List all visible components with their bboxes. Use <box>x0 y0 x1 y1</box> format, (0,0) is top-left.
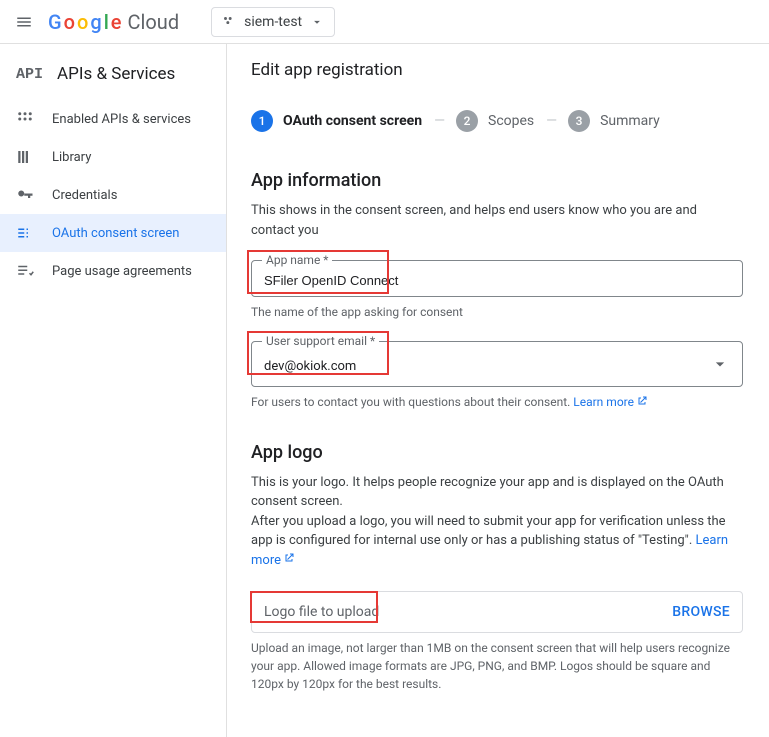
project-name: siem-test <box>244 14 302 30</box>
external-link-icon <box>636 394 648 412</box>
step-number: 3 <box>568 110 590 132</box>
upload-helper: Upload an image, not larger than 1MB on … <box>251 639 743 693</box>
app-name-label: App name * <box>262 253 332 267</box>
project-selector[interactable]: siem-test <box>211 7 335 37</box>
logo-upload-field[interactable]: Logo file to upload BROWSE <box>251 591 743 633</box>
step-label: Scopes <box>488 113 534 129</box>
app-info-desc: This shows in the consent screen, and he… <box>251 201 743 240</box>
step-label: OAuth consent screen <box>283 113 422 129</box>
support-email-field[interactable]: User support email * dev@okiok.com <box>251 341 743 387</box>
support-email-value: dev@okiok.com <box>264 359 710 374</box>
sidebar: API APIs & Services Enabled APIs & servi… <box>0 44 227 737</box>
page-title: Edit app registration <box>251 60 743 80</box>
external-link-icon <box>283 551 295 571</box>
sidebar-item-oauth-consent[interactable]: OAuth consent screen <box>0 214 226 252</box>
app-name-helper: The name of the app asking for consent <box>251 303 743 321</box>
sidebar-item-label: Library <box>52 150 91 165</box>
step-oauth-consent[interactable]: 1 OAuth consent screen <box>251 110 422 132</box>
sidebar-item-credentials[interactable]: Credentials <box>0 176 226 214</box>
upload-placeholder: Logo file to upload <box>264 604 379 620</box>
app-name-input[interactable] <box>264 273 730 288</box>
api-icon: API <box>16 66 43 83</box>
sidebar-title[interactable]: API APIs & Services <box>0 56 226 100</box>
sidebar-item-label: Page usage agreements <box>52 264 192 279</box>
sidebar-item-label: OAuth consent screen <box>52 226 179 241</box>
support-email-label: User support email * <box>262 334 379 348</box>
step-number: 2 <box>456 110 478 132</box>
hamburger-menu[interactable] <box>12 10 36 34</box>
app-logo-heading: App logo <box>251 442 743 463</box>
step-label: Summary <box>600 113 660 129</box>
sidebar-item-library[interactable]: Library <box>0 138 226 176</box>
step-separator: — <box>546 113 556 129</box>
step-scopes[interactable]: 2 Scopes <box>456 110 534 132</box>
stepper: 1 OAuth consent screen — 2 Scopes — 3 Su… <box>251 110 743 132</box>
key-icon <box>16 186 34 204</box>
chevron-down-icon <box>710 354 730 378</box>
chevron-down-icon <box>310 15 324 29</box>
app-logo-desc: This is your logo. It helps people recog… <box>251 473 743 571</box>
support-email-helper: For users to contact you with questions … <box>251 393 743 412</box>
step-separator: — <box>434 113 444 129</box>
app-name-field[interactable]: App name * <box>251 260 743 297</box>
agreements-icon <box>16 262 34 280</box>
step-number: 1 <box>251 110 273 132</box>
sidebar-item-label: Credentials <box>52 188 117 203</box>
learn-more-link[interactable]: Learn more <box>573 395 648 409</box>
step-summary[interactable]: 3 Summary <box>568 110 660 132</box>
sidebar-item-label: Enabled APIs & services <box>52 112 191 127</box>
app-info-heading: App information <box>251 170 743 191</box>
library-icon <box>16 148 34 166</box>
sidebar-item-enabled-apis[interactable]: Enabled APIs & services <box>0 100 226 138</box>
consent-icon <box>16 224 34 242</box>
google-cloud-logo[interactable]: Google Cloud <box>48 10 179 34</box>
browse-button[interactable]: BROWSE <box>672 604 730 620</box>
sidebar-item-page-usage[interactable]: Page usage agreements <box>0 252 226 290</box>
dashboard-icon <box>16 110 34 128</box>
